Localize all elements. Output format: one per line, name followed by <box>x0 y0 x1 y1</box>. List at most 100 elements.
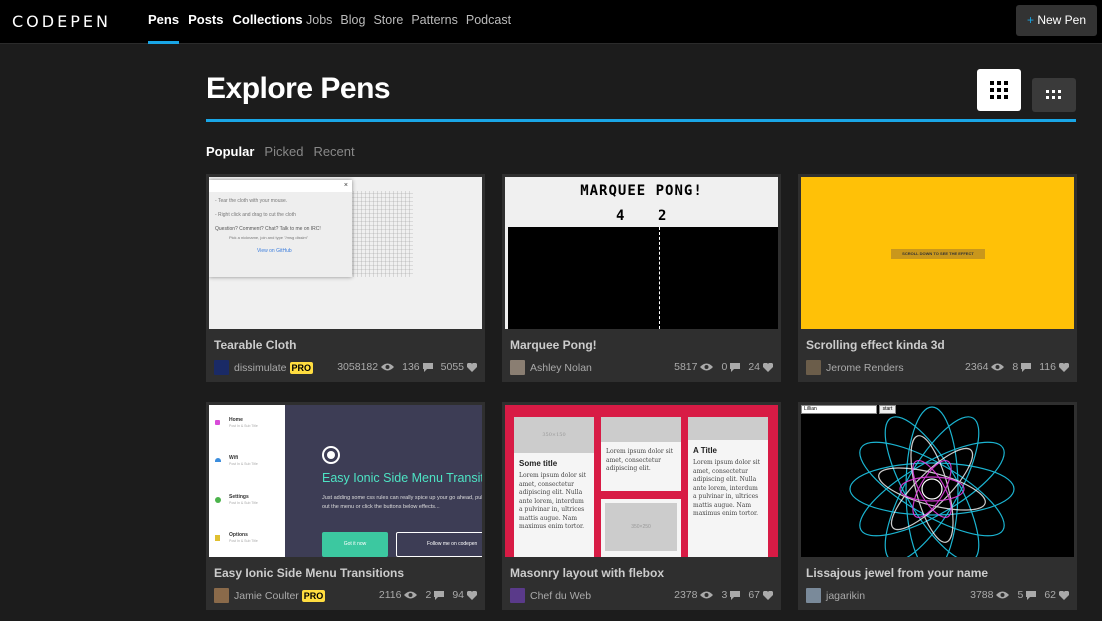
likes-count: 24 <box>748 361 760 373</box>
follow-button[interactable]: Follow me on codepen <box>396 532 482 557</box>
item-body: Lorem ipsum dolor sit amet, consectetur … <box>693 459 761 517</box>
pen-author[interactable]: Ashley Nolan <box>510 360 592 375</box>
close-icon[interactable]: × <box>209 180 352 192</box>
masonry-item: 350×150 Some title Lorem ipsum dolor sit… <box>514 417 594 557</box>
views-count: 2364 <box>965 361 989 373</box>
nav-posts[interactable]: Posts <box>188 0 223 44</box>
info-line: - Right click and drag to cut the cloth <box>215 212 296 218</box>
logo-text: CODEPEN <box>12 11 111 31</box>
pen-card[interactable]: × - Tear the cloth with your mouse. - Ri… <box>206 174 485 382</box>
pro-badge: PRO <box>301 589 326 602</box>
nav-patterns[interactable]: Patterns <box>411 0 458 40</box>
likes-count: 62 <box>1044 589 1056 601</box>
image-placeholder: 350×250 <box>605 503 677 551</box>
pen-title[interactable]: Lissajous jewel from your name <box>806 566 988 580</box>
github-link[interactable]: View on GitHub <box>209 240 352 254</box>
menu-item-label: Wifi <box>229 455 239 461</box>
nav-podcast[interactable]: Podcast <box>466 0 511 40</box>
pen-stats: 5817 0 24 <box>666 361 773 373</box>
pro-badge: PRO <box>289 361 314 374</box>
eye-icon <box>991 363 1005 371</box>
home-icon <box>215 420 220 425</box>
pen-card[interactable]: MARQUEE PONG! 4 2 Marquee Pong! Ashley N… <box>502 174 781 382</box>
name-input[interactable]: Lillian <box>801 405 877 414</box>
pen-title[interactable]: Marquee Pong! <box>510 338 597 352</box>
comment-icon <box>730 362 741 372</box>
pen-preview[interactable]: SCROLL DOWN TO SEE THE EFFECT <box>801 177 1074 329</box>
pen-author[interactable]: Jerome Renders <box>806 360 904 375</box>
pen-author[interactable]: dissimulate PRO <box>214 360 314 375</box>
pen-author[interactable]: Jamie Coulter PRO <box>214 588 326 603</box>
pen-preview[interactable]: Home Post In & Sub Title Wifi Post In & … <box>209 405 482 557</box>
pen-card[interactable]: Home Post In & Sub Title Wifi Post In & … <box>206 402 485 610</box>
comment-icon <box>434 590 445 600</box>
comment-icon <box>1021 362 1032 372</box>
pen-title[interactable]: Easy Ionic Side Menu Transitions <box>214 566 404 580</box>
grid-view-small-button[interactable] <box>1032 78 1076 112</box>
image-placeholder: 350×150 <box>514 417 594 453</box>
pen-title[interactable]: Masonry layout with flebox <box>510 566 664 580</box>
nav-pens[interactable]: Pens <box>148 0 180 44</box>
comment-icon <box>1026 590 1037 600</box>
pen-preview[interactable]: MARQUEE PONG! 4 2 <box>505 177 778 329</box>
grid-view-large-button[interactable] <box>977 69 1021 111</box>
pen-preview[interactable]: 350×150 Some title Lorem ipsum dolor sit… <box>505 405 778 557</box>
avatar <box>214 360 229 375</box>
pen-stats: 3058182 136 5055 <box>329 361 477 373</box>
author-name: Jamie Coulter <box>234 589 299 602</box>
views-count: 3058182 <box>337 361 379 373</box>
menu-item-sub: Post In & Sub Title <box>229 424 258 428</box>
views-count: 2378 <box>674 589 698 601</box>
comments-count: 5 <box>1017 589 1024 601</box>
likes-count: 116 <box>1039 361 1056 373</box>
nav-jobs[interactable]: Jobs <box>306 0 332 40</box>
pen-card[interactable]: 350×150 Some title Lorem ipsum dolor sit… <box>502 402 781 610</box>
start-button[interactable]: start <box>879 405 896 414</box>
author-name: Ashley Nolan <box>530 361 592 374</box>
wifi-icon <box>215 458 221 462</box>
likes-count: 5055 <box>440 361 464 373</box>
eye-icon <box>996 591 1010 599</box>
tab-popular[interactable]: Popular <box>206 144 254 159</box>
pen-card[interactable]: Lillian start Lissajous jewel from your … <box>798 402 1077 610</box>
pong-heading: MARQUEE PONG! <box>580 183 703 199</box>
info-line: - Tear the cloth with your mouse. <box>215 198 288 204</box>
info-line: Pick a nickname, join and type "/msg dis… <box>229 235 309 240</box>
menu-item-sub: Post In & Sub Title <box>229 539 258 543</box>
heart-icon <box>1059 362 1069 372</box>
item-title: A Title <box>693 446 718 455</box>
tab-picked[interactable]: Picked <box>264 144 303 159</box>
avatar <box>806 360 821 375</box>
views-count: 2116 <box>378 589 402 601</box>
new-pen-button[interactable]: + New Pen <box>1016 5 1097 36</box>
pen-card[interactable]: SCROLL DOWN TO SEE THE EFFECT Scrolling … <box>798 174 1077 382</box>
pen-title[interactable]: Scrolling effect kinda 3d <box>806 338 945 352</box>
top-navigation-bar: CODEPEN Pens Posts Collections Jobs Blog… <box>0 0 1102 44</box>
main-nav: Pens Posts Collections <box>148 0 312 44</box>
grid-large-icon <box>990 81 1008 99</box>
pen-title[interactable]: Tearable Cloth <box>214 338 296 352</box>
codepen-logo[interactable]: CODEPEN <box>12 10 111 32</box>
pen-author[interactable]: jagarikin <box>806 588 865 603</box>
avatar <box>214 588 229 603</box>
tab-recent[interactable]: Recent <box>313 144 354 159</box>
info-dialog: × - Tear the cloth with your mouse. - Ri… <box>209 180 352 277</box>
gear-icon <box>215 497 221 503</box>
pong-net <box>659 227 660 329</box>
comments-count: 2 <box>425 589 432 601</box>
nav-store[interactable]: Store <box>373 0 403 40</box>
comment-icon <box>730 590 741 600</box>
ionic-body: Just adding some css rules can really sp… <box>322 495 482 510</box>
nav-collections[interactable]: Collections <box>232 0 302 44</box>
got-it-button[interactable]: Got it now <box>322 532 388 557</box>
avatar <box>510 360 525 375</box>
item-body: Lorem ipsum dolor sit amet, consectetur … <box>519 472 587 530</box>
item-title: Some title <box>519 459 558 468</box>
pen-preview[interactable]: × - Tear the cloth with your mouse. - Ri… <box>209 177 482 329</box>
pen-preview[interactable]: Lillian start <box>801 405 1074 557</box>
pen-author[interactable]: Chef du Web <box>510 588 591 603</box>
page-title: Explore Pens <box>206 72 391 105</box>
item-body: Lorem ipsum dolor sit amet, consectetur … <box>606 448 674 472</box>
nav-blog[interactable]: Blog <box>340 0 365 40</box>
eye-icon <box>700 363 714 371</box>
